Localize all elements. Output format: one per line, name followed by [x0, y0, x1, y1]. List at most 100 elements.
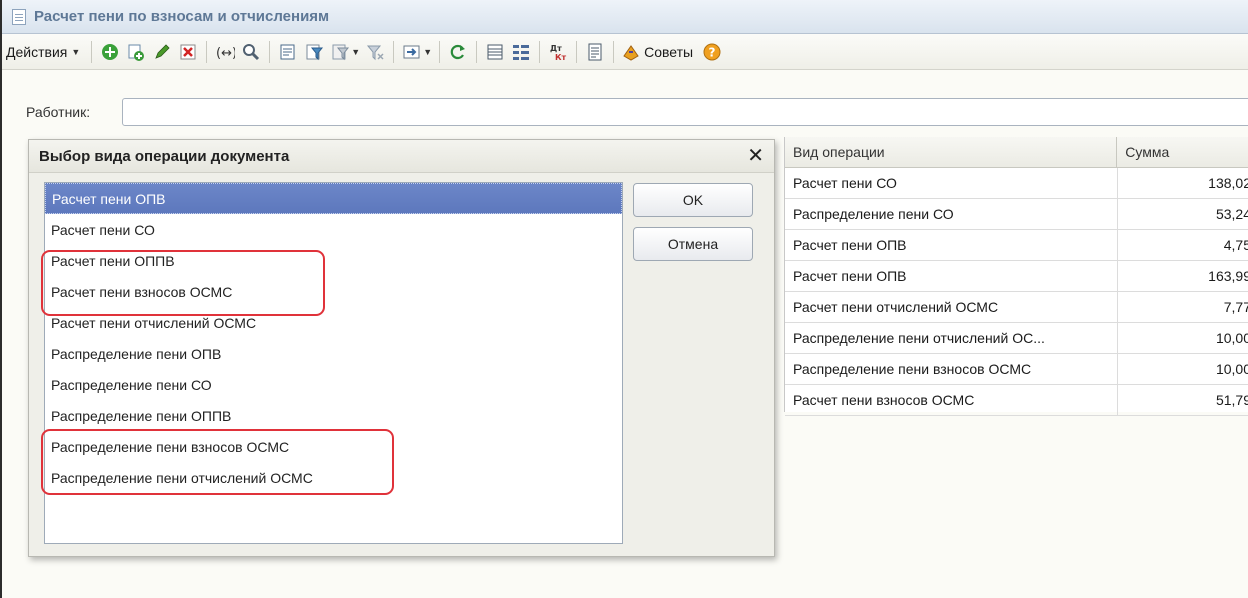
- chevron-down-icon[interactable]: ▼: [423, 47, 432, 57]
- ok-button[interactable]: OK: [633, 183, 753, 217]
- expand-button[interactable]: (↔): [213, 40, 237, 64]
- add-button[interactable]: [98, 40, 122, 64]
- toolbar-separator: [206, 40, 208, 63]
- table-row[interactable]: Расчет пени ОПВ 163,99: [785, 261, 1248, 292]
- filter-list-icon: [332, 44, 350, 60]
- toolbar-separator: [576, 40, 578, 63]
- svg-text:Кт: Кт: [555, 53, 567, 62]
- cell-operation: Распределение пени отчислений ОС...: [785, 323, 1118, 353]
- help-button[interactable]: ?: [700, 40, 724, 64]
- toolbar-separator: [476, 40, 478, 63]
- table-row[interactable]: Расчет пени взносов ОСМС 51,79: [785, 385, 1248, 416]
- copy-button[interactable]: [124, 40, 148, 64]
- tree-icon: [513, 44, 530, 60]
- toolbar-separator: [269, 40, 271, 63]
- cell-amount: 10,00: [1215, 361, 1248, 377]
- cell-amount: 4,75: [1223, 237, 1248, 253]
- table-row[interactable]: Расчет пени отчислений ОСМС 7,77: [785, 292, 1248, 323]
- table-row[interactable]: Распределение пени СО 53,24: [785, 199, 1248, 230]
- list-item[interactable]: Распределение пени взносов ОСМС: [45, 431, 622, 462]
- dialog-title-bar: Выбор вида операции документа ✕: [29, 140, 774, 173]
- cell-operation: Распределение пени СО: [785, 199, 1118, 229]
- window-title: Расчет пени по взносам и отчислениям: [34, 8, 330, 25]
- actions-menu-button[interactable]: Действия ▼: [6, 44, 80, 60]
- report-button[interactable]: [583, 40, 607, 64]
- filter-clear-button[interactable]: [363, 40, 387, 64]
- svg-text:?: ?: [709, 45, 716, 59]
- select-icon: [280, 44, 295, 59]
- cell-operation: Расчет пени ОПВ: [785, 261, 1118, 291]
- list-item[interactable]: Расчет пени СО: [45, 214, 622, 245]
- list-item[interactable]: Распределение пени ОППВ: [45, 400, 622, 431]
- list-item[interactable]: Распределение пени СО: [45, 369, 622, 400]
- title-bar: Расчет пени по взносам и отчислениям: [2, 0, 1248, 34]
- cell-operation: Распределение пени взносов ОСМС: [785, 354, 1118, 384]
- operation-type-dialog: Выбор вида операции документа ✕ Расчет п…: [28, 139, 775, 557]
- table-row[interactable]: Распределение пени отчислений ОС... 10,0…: [785, 323, 1248, 354]
- document-icon: [12, 8, 26, 25]
- worker-label: Работник:: [26, 104, 91, 120]
- list-icon: [487, 44, 503, 59]
- cell-amount: 163,99: [1208, 268, 1248, 284]
- select-button[interactable]: [276, 40, 300, 64]
- delete-icon: [180, 44, 196, 59]
- move-button[interactable]: [400, 40, 424, 64]
- tips-button[interactable]: Советы: [621, 42, 699, 62]
- cell-amount: 138,02: [1208, 175, 1248, 191]
- cell-amount: 10,00: [1215, 330, 1248, 346]
- chevron-down-icon: ▼: [71, 46, 81, 57]
- dialog-title: Выбор вида операции документа: [39, 147, 290, 165]
- refresh-button[interactable]: [446, 40, 470, 64]
- filter-list-button[interactable]: [328, 40, 352, 64]
- expand-icon: (↔): [216, 46, 235, 61]
- list-item[interactable]: Распределение пени ОПВ: [45, 338, 622, 369]
- search-button[interactable]: [239, 40, 263, 64]
- svg-text:(↔): (↔): [216, 46, 235, 61]
- dt-kt-icon: ДтКт: [550, 44, 567, 62]
- worker-input[interactable]: [122, 98, 1248, 126]
- toolbar: Действия ▼ (↔) ▼ ▼ Дт Кт Советы ?: [2, 34, 1248, 70]
- search-icon: [243, 43, 260, 60]
- cell-operation: Расчет пени взносов ОСМС: [785, 385, 1118, 415]
- cell-amount: 53,24: [1215, 206, 1248, 222]
- edit-button[interactable]: [150, 40, 174, 64]
- list-item[interactable]: Расчет пени взносов ОСМС: [45, 276, 622, 307]
- cancel-button[interactable]: Отмена: [633, 227, 753, 261]
- table-row[interactable]: Расчет пени СО 138,02: [785, 168, 1248, 199]
- main-window: Расчет пени по взносам и отчислениям Дей…: [0, 0, 1248, 598]
- cell-operation: Расчет пени ОПВ: [785, 230, 1118, 260]
- table-row[interactable]: Расчет пени ОПВ 4,75: [785, 230, 1248, 261]
- edit-icon: [155, 43, 170, 59]
- svg-text:Дт: Дт: [550, 44, 562, 53]
- cell-amount: 7,77: [1223, 299, 1248, 315]
- table-row[interactable]: Распределение пени взносов ОСМС 10,00: [785, 354, 1248, 385]
- toolbar-separator: [539, 40, 541, 63]
- tips-icon: [623, 44, 639, 61]
- worker-row: Работник:: [26, 104, 90, 120]
- chevron-down-icon[interactable]: ▼: [351, 47, 360, 57]
- list-view-button[interactable]: [483, 40, 507, 64]
- refresh-icon: [450, 44, 466, 59]
- move-icon: [403, 45, 420, 58]
- column-header-operation[interactable]: Вид операции: [785, 137, 1118, 167]
- cell-amount: 51,79: [1215, 392, 1248, 408]
- list-item[interactable]: Расчет пени ОПВ: [45, 183, 622, 214]
- toolbar-separator: [393, 40, 395, 63]
- tree-view-button[interactable]: [509, 40, 533, 64]
- column-header-amount[interactable]: Сумма: [1117, 137, 1248, 167]
- add-icon: [102, 43, 119, 60]
- toolbar-separator: [439, 40, 441, 63]
- copy-icon: [128, 44, 145, 61]
- toolbar-separator: [613, 40, 615, 63]
- tips-label: Советы: [644, 43, 694, 60]
- dt-kt-button[interactable]: Дт Кт: [546, 40, 570, 64]
- close-icon[interactable]: ✕: [747, 146, 764, 166]
- list-item[interactable]: Распределение пени отчислений ОСМС: [45, 462, 622, 493]
- filter-clear-icon: [367, 45, 384, 60]
- filter-button[interactable]: [302, 40, 326, 64]
- list-item[interactable]: Расчет пени ОППВ: [45, 245, 622, 276]
- cell-operation: Расчет пени СО: [785, 168, 1118, 198]
- delete-button[interactable]: [176, 40, 200, 64]
- list-item[interactable]: Расчет пени отчислений ОСМС: [45, 307, 622, 338]
- operation-type-list[interactable]: Расчет пени ОПВ Расчет пени СО Расчет пе…: [44, 182, 623, 544]
